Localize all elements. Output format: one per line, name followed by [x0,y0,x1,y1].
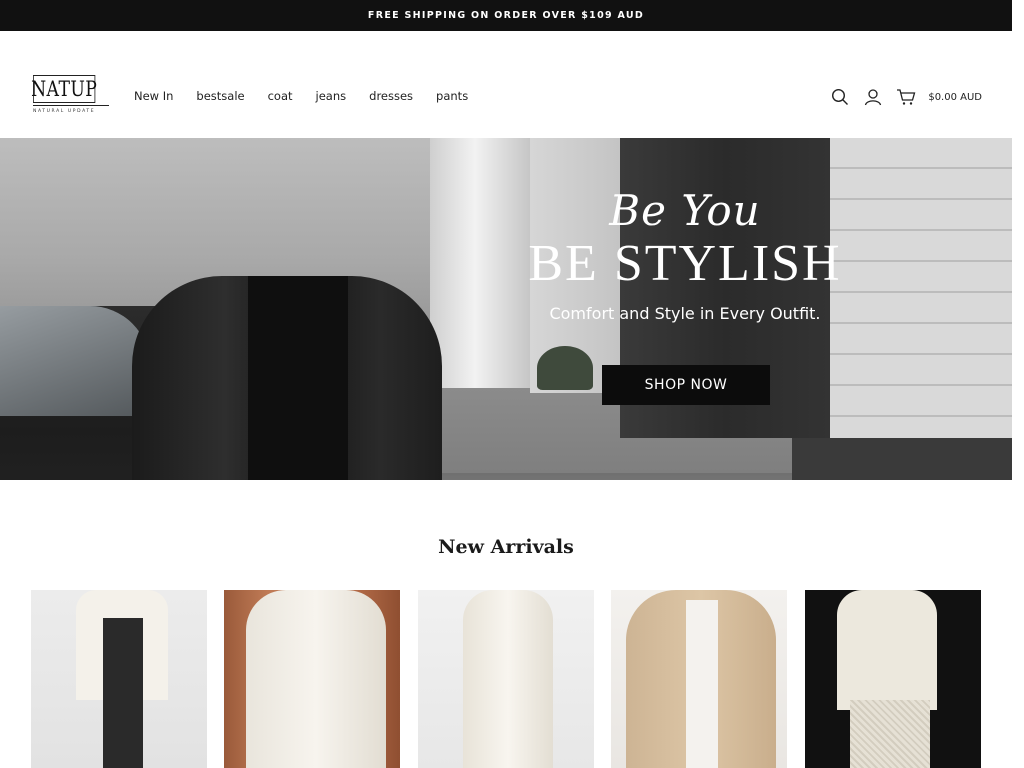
product-card[interactable] [224,590,400,768]
product-grid [31,590,983,768]
nav-item-new-in[interactable]: New In [134,89,173,103]
hero-bg-wall-low [792,438,1012,480]
nav-item-pants[interactable]: pants [436,89,468,103]
product-image-detail [103,618,143,768]
product-card[interactable] [805,590,981,768]
main-nav: New In bestsale coat jeans dresses pants [134,89,491,103]
shop-now-button[interactable]: SHOP NOW [602,365,770,405]
product-card[interactable] [418,590,594,768]
hero-model-top [248,276,348,480]
product-image [837,590,937,710]
hero-text: Be You BE STYLISH Comfort and Style in E… [500,186,870,324]
logo-tagline: NATURAL UPDATE [33,109,96,114]
announcement-bar: FREE SHIPPING ON ORDER OVER $109 AUD [0,0,1012,31]
logo-wordmark: NATUP [31,75,98,103]
cart-total[interactable]: $0.00 AUD [928,92,982,103]
hero-headline: BE STYLISH [528,235,842,292]
product-image-detail [686,600,718,768]
page: FREE SHIPPING ON ORDER OVER $109 AUD NAT… [0,0,1012,768]
product-image [246,590,386,768]
logo-rule [33,105,109,106]
hero-banner[interactable]: Be You BE STYLISH Comfort and Style in E… [0,138,1012,480]
nav-item-dresses[interactable]: dresses [369,89,413,103]
hero-script-title: Be You [609,186,761,235]
site-header: NATUP NATURAL UPDATE New In bestsale coa… [0,31,1012,138]
search-icon[interactable] [829,86,851,108]
nav-item-bestsale[interactable]: bestsale [196,89,244,103]
hero-bg-shrub [537,346,593,390]
product-card[interactable] [611,590,787,768]
announcement-text: FREE SHIPPING ON ORDER OVER $109 AUD [367,10,645,21]
cart-icon[interactable] [895,86,917,108]
nav-item-coat[interactable]: coat [268,89,293,103]
hero-car-window [0,306,150,416]
product-image-detail [850,700,930,768]
product-card[interactable] [31,590,207,768]
header-tools: $0.00 AUD [818,86,982,108]
nav-item-jeans[interactable]: jeans [316,89,347,103]
account-icon[interactable] [862,86,884,108]
new-arrivals-title: New Arrivals [438,536,574,558]
logo[interactable]: NATUP NATURAL UPDATE [31,75,113,119]
product-image [463,590,553,768]
hero-subheadline: Comfort and Style in Every Outfit. [549,304,821,323]
